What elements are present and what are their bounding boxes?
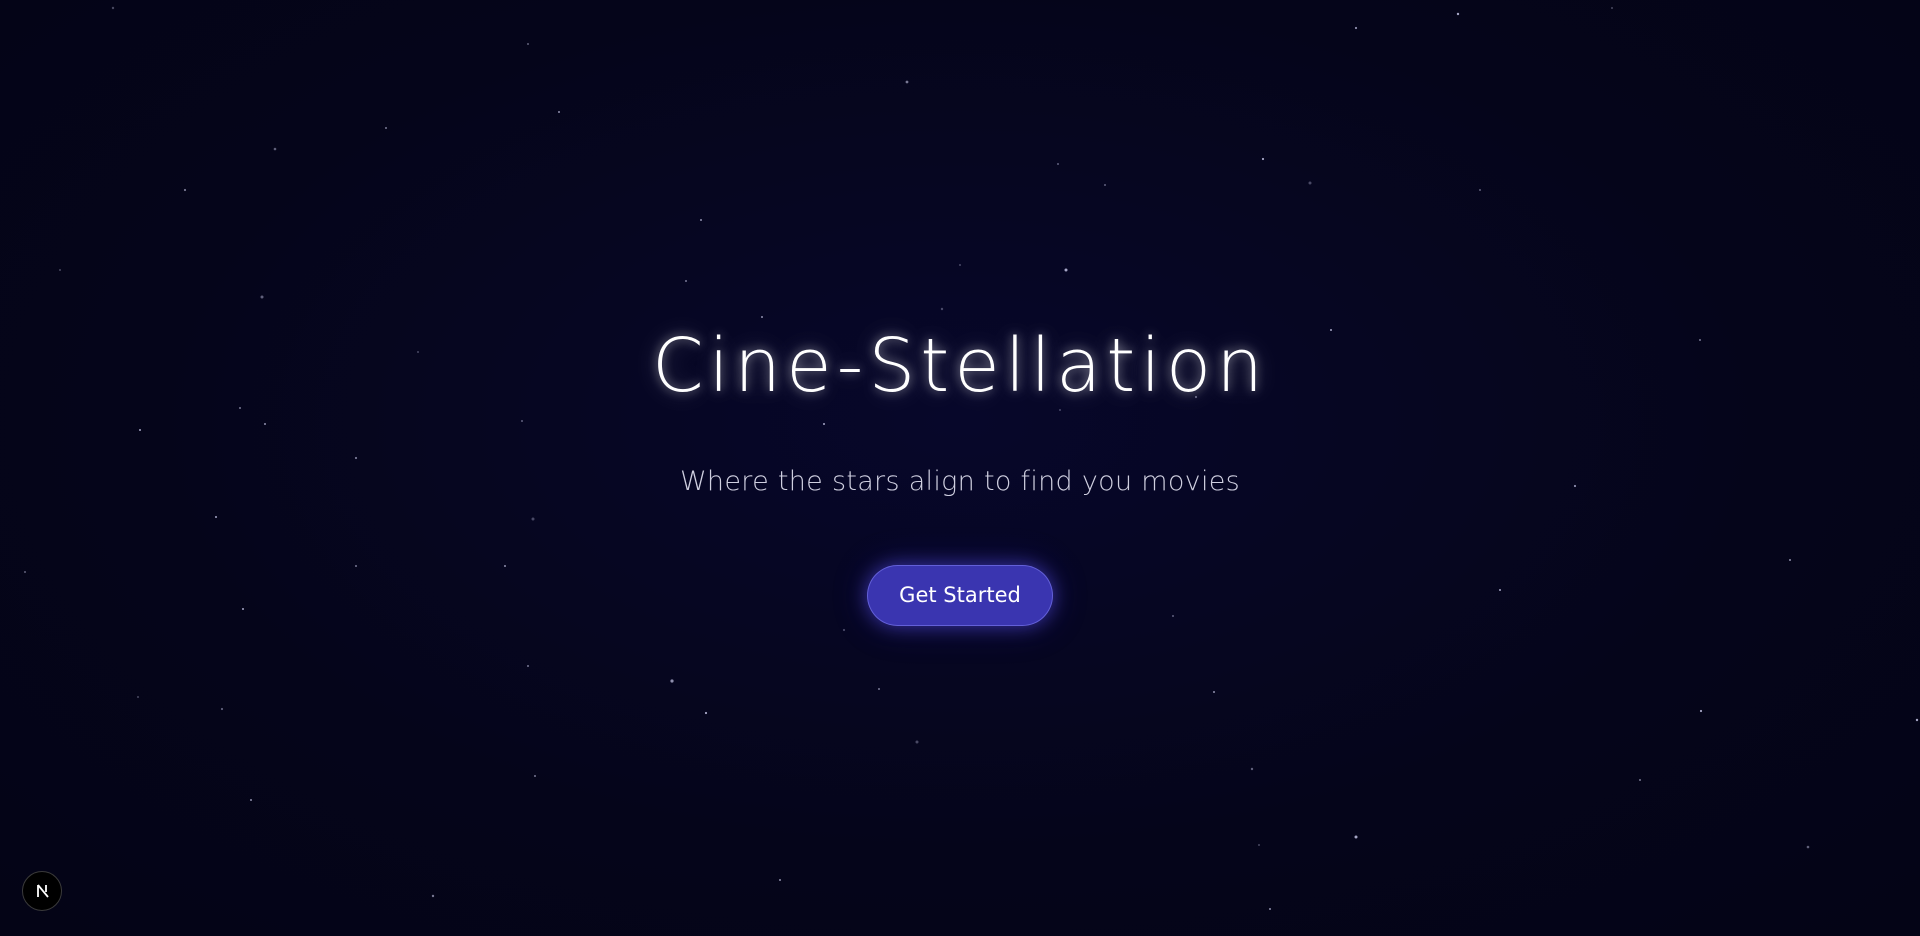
hero-section: Cine-Stellation Where the stars align to… bbox=[0, 0, 1920, 936]
app-title: Cine-Stellation bbox=[651, 323, 1269, 409]
landing-page: Cine-Stellation Where the stars align to… bbox=[0, 0, 1920, 936]
app-tagline: Where the stars align to find you movies bbox=[679, 466, 1241, 497]
dev-tools-badge[interactable] bbox=[22, 871, 62, 911]
next-logo-icon bbox=[37, 884, 49, 898]
get-started-button[interactable]: Get Started bbox=[867, 565, 1053, 626]
